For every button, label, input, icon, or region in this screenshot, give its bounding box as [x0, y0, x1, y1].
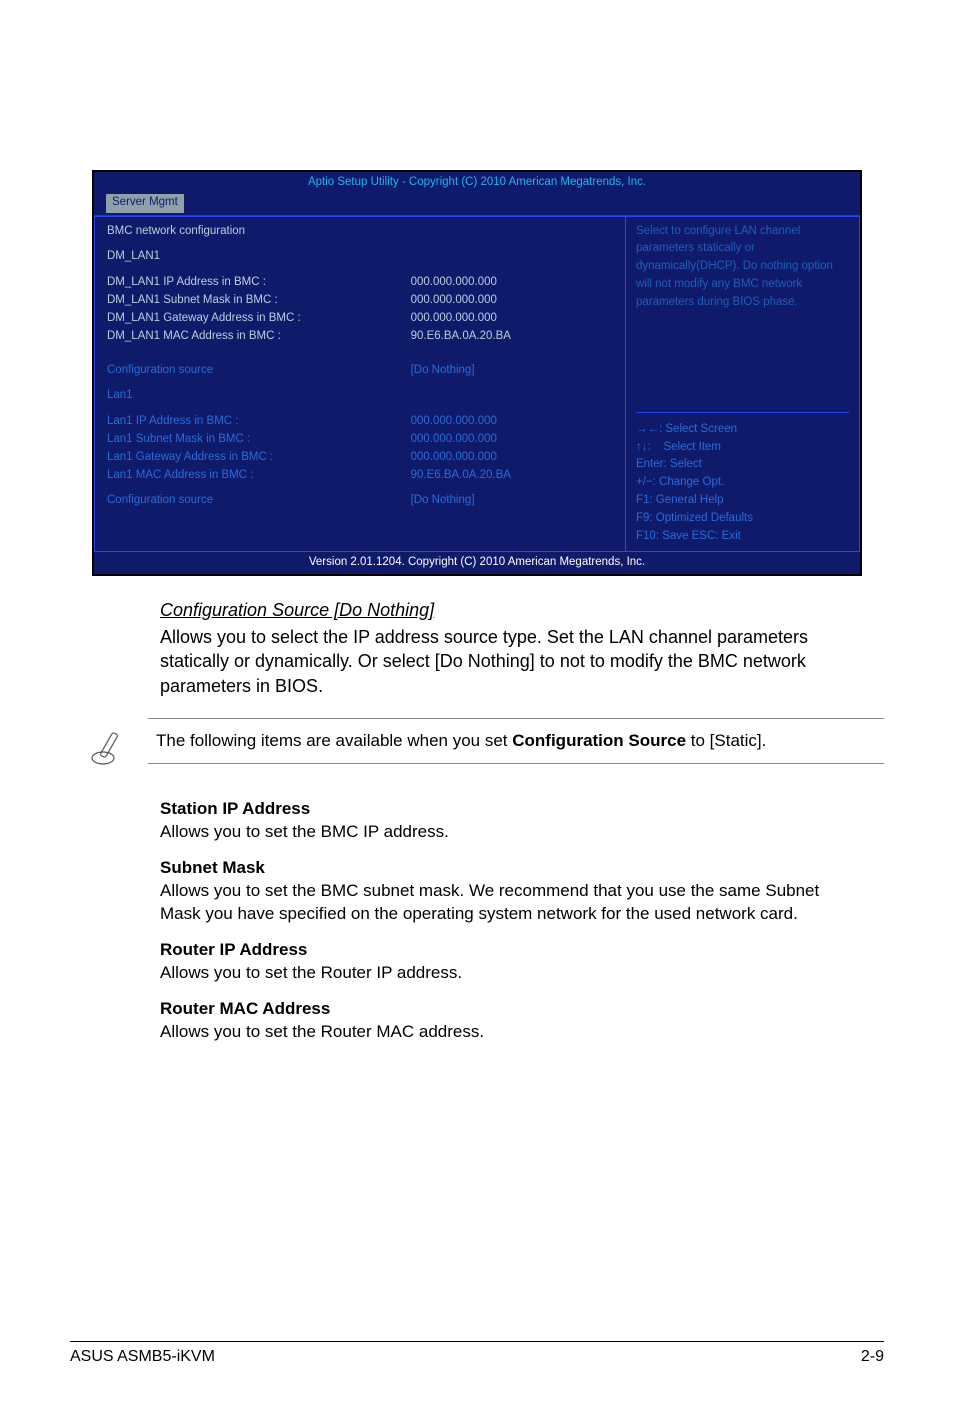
lan1-mac-label: Lan1 MAC Address in BMC :: [107, 467, 411, 485]
config-source-2-value[interactable]: [Do Nothing]: [411, 492, 613, 510]
router-ip-body: Allows you to set the Router IP address.: [160, 962, 860, 985]
help-text: Select to configure LAN channel paramete…: [636, 223, 849, 312]
legend-f10: F10: Save ESC: Exit: [636, 528, 849, 546]
bios-help-panel: Select to configure LAN channel paramete…: [625, 216, 860, 553]
legend-f9: F9: Optimized Defaults: [636, 510, 849, 528]
dm-lan1-ip-label: DM_LAN1 IP Address in BMC :: [107, 274, 411, 292]
dm-lan1-gateway-label: DM_LAN1 Gateway Address in BMC :: [107, 310, 411, 328]
router-mac-heading: Router MAC Address: [160, 999, 860, 1019]
config-source-1-value[interactable]: [Do Nothing]: [411, 362, 613, 380]
note-pencil-icon: [88, 718, 130, 775]
config-source-1-label[interactable]: Configuration source: [107, 362, 411, 380]
legend-select-item: Select Item: [663, 441, 721, 453]
arrows-lr-icon: →←:: [636, 423, 665, 435]
legend-f1: F1: General Help: [636, 492, 849, 510]
lan1-group: Lan1: [107, 387, 411, 405]
footer-left: ASUS ASMB5-iKVM: [70, 1348, 215, 1366]
bios-header: Aptio Setup Utility - Copyright (C) 2010…: [94, 172, 860, 194]
station-ip-heading: Station IP Address: [160, 799, 860, 819]
bios-version: Version 2.01.1204. Copyright (C) 2010 Am…: [94, 552, 860, 574]
lan1-mac-value: 90.E6.BA.0A.20.BA: [411, 467, 613, 485]
footer-page-number: 2-9: [861, 1348, 884, 1366]
station-ip-body: Allows you to set the BMC IP address.: [160, 821, 860, 844]
lan1-gateway-label: Lan1 Gateway Address in BMC :: [107, 449, 411, 467]
lan1-ip-label: Lan1 IP Address in BMC :: [107, 413, 411, 431]
dm-lan1-subnet-label: DM_LAN1 Subnet Mask in BMC :: [107, 292, 411, 310]
note-text-bold: Configuration Source: [512, 731, 686, 750]
legend-change-opt: +/−: Change Opt.: [636, 474, 849, 492]
bmc-network-config-title: BMC network configuration: [107, 223, 411, 241]
dm-lan1-subnet-value: 000.000.000.000: [411, 292, 613, 310]
config-source-body: Allows you to select the IP address sour…: [160, 625, 860, 698]
note-text-pre: The following items are available when y…: [156, 731, 512, 750]
dm-lan1-group: DM_LAN1: [107, 248, 411, 266]
bios-screenshot: Aptio Setup Utility - Copyright (C) 2010…: [92, 170, 862, 576]
dm-lan1-gateway-value: 000.000.000.000: [411, 310, 613, 328]
arrows-ud-icon: ↑↓:: [636, 441, 663, 453]
note-box: The following items are available when y…: [148, 718, 884, 764]
dm-lan1-mac-value: 90.E6.BA.0A.20.BA: [411, 328, 613, 346]
router-mac-body: Allows you to set the Router MAC address…: [160, 1021, 860, 1044]
lan1-subnet-value: 000.000.000.000: [411, 431, 613, 449]
bios-main-panel: BMC network configuration DM_LAN1 DM_LAN…: [94, 216, 625, 553]
lan1-ip-value: 000.000.000.000: [411, 413, 613, 431]
note-text-post: to [Static].: [686, 731, 766, 750]
subnet-mask-body: Allows you to set the BMC subnet mask. W…: [160, 880, 860, 926]
dm-lan1-ip-value: 000.000.000.000: [411, 274, 613, 292]
legend-enter: Enter: Select: [636, 456, 849, 474]
lan1-gateway-value: 000.000.000.000: [411, 449, 613, 467]
legend-select-screen: Select Screen: [665, 423, 737, 435]
router-ip-heading: Router IP Address: [160, 940, 860, 960]
dm-lan1-mac-label: DM_LAN1 MAC Address in BMC :: [107, 328, 411, 346]
lan1-subnet-label: Lan1 Subnet Mask in BMC :: [107, 431, 411, 449]
config-source-heading: Configuration Source [Do Nothing]: [160, 600, 860, 621]
config-source-2-label[interactable]: Configuration source: [107, 492, 411, 510]
bios-tab-server-mgmt[interactable]: Server Mgmt: [106, 194, 184, 213]
subnet-mask-heading: Subnet Mask: [160, 858, 860, 878]
